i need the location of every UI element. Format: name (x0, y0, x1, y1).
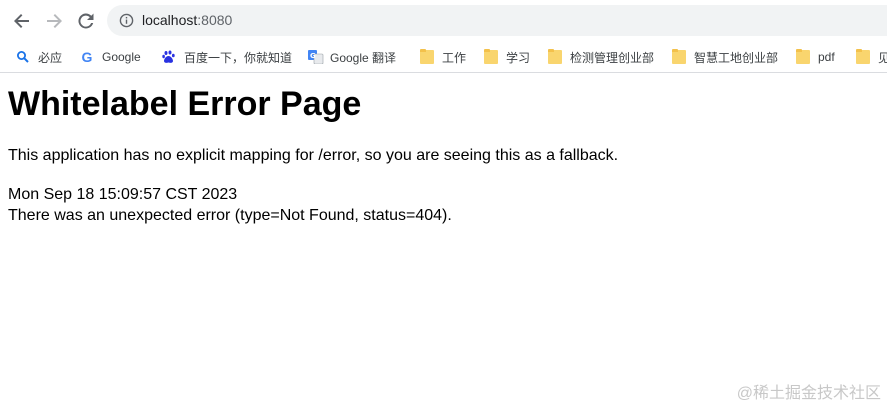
bookmark-label: pdf (818, 50, 835, 64)
bookmark-google[interactable]: G Google (80, 42, 141, 72)
arrow-right-icon (47, 14, 62, 28)
page-content: Whitelabel Error Page This application h… (0, 73, 887, 408)
bookmark-label: 学习 (506, 50, 531, 65)
bookmark-folder-inspection[interactable]: 检测管理创业部 (548, 42, 654, 72)
url-host: localhost (142, 12, 198, 28)
info-icon[interactable] (119, 13, 134, 28)
svg-text:G: G (310, 52, 316, 60)
bookmark-label: 必应 (38, 50, 63, 65)
bookmarks-bar: 必应 G Google 百度一下，你就知道 G Google 翻译 工作 学习 … (0, 42, 887, 73)
bookmark-folder-more[interactable]: 见 (856, 42, 887, 72)
folder-icon (420, 49, 434, 64)
bookmark-folder-work[interactable]: 工作 (420, 42, 466, 72)
back-button[interactable] (9, 8, 35, 34)
bookmark-google-translate[interactable]: G Google 翻译 (308, 42, 396, 72)
error-timestamp: Mon Sep 18 15:09:57 CST 2023 (8, 186, 238, 203)
bookmark-label: 百度一下，你就知道 (184, 50, 293, 65)
folder-icon (856, 49, 870, 64)
arrow-left-icon (14, 14, 29, 28)
address-bar[interactable]: localhost:8080 (107, 5, 887, 36)
bookmark-label: 检测管理创业部 (570, 50, 655, 65)
browser-toolbar: localhost:8080 (0, 0, 887, 42)
page-title: Whitelabel Error Page (8, 85, 362, 123)
bookmark-folder-pdf[interactable]: pdf (796, 42, 835, 72)
bookmark-label: Google (102, 50, 141, 64)
reload-icon (78, 13, 94, 29)
url-port: :8080 (197, 12, 233, 28)
bookmark-baidu[interactable]: 百度一下，你就知道 (162, 42, 292, 72)
folder-icon (548, 49, 562, 64)
google-translate-icon: G (308, 50, 324, 64)
bookmark-label: 智慧工地创业部 (694, 50, 779, 65)
search-icon (16, 50, 30, 64)
baidu-paw-icon (162, 50, 176, 64)
error-message: This application has no explicit mapping… (8, 147, 619, 164)
error-status: There was an unexpected error (type=Not … (8, 207, 452, 224)
url-text[interactable]: localhost:8080 (142, 5, 232, 36)
google-icon: G (81, 49, 93, 65)
folder-icon (796, 49, 810, 64)
folder-icon (672, 49, 686, 64)
watermark: @稀土掘金技术社区 (736, 385, 881, 402)
bookmark-label: Google 翻译 (330, 50, 397, 65)
reload-button[interactable] (73, 8, 99, 34)
folder-icon (484, 49, 498, 64)
bookmark-folder-smart-site[interactable]: 智慧工地创业部 (672, 42, 778, 72)
error-details: Mon Sep 18 15:09:57 CST 2023 There was a… (8, 184, 452, 226)
bookmark-bing[interactable]: 必应 (16, 42, 62, 72)
bookmark-label: 见 (878, 49, 887, 66)
forward-button[interactable] (41, 8, 67, 34)
bookmark-label: 工作 (442, 50, 467, 65)
bookmark-folder-study[interactable]: 学习 (484, 42, 530, 72)
